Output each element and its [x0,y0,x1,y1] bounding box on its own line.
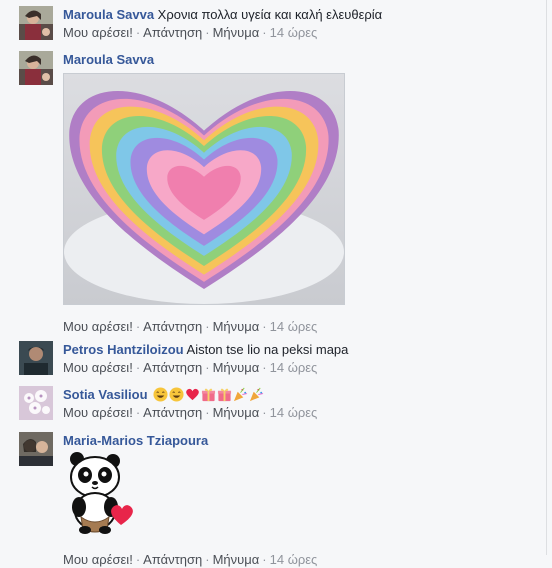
avatar[interactable] [19,432,53,466]
message-link[interactable]: Μήνυμα [213,360,260,375]
like-link[interactable]: Μου αρέσει! [63,319,133,334]
avatar[interactable] [19,341,53,375]
timestamp[interactable]: 14 ώρες [270,319,318,334]
author-name[interactable]: Petros Hantziloizou [63,342,184,357]
timestamp[interactable]: 14 ώρες [270,360,318,375]
avatar[interactable] [19,6,53,40]
timestamp[interactable]: 14 ώρες [270,25,318,40]
message-link[interactable]: Μήνυμα [213,405,260,420]
reply-link[interactable]: Απάντηση [143,319,202,334]
gift-icon [218,388,232,402]
party-popper-icon [250,387,264,402]
author-name[interactable]: Maria-Marios Tziapoura [63,433,208,448]
message-link[interactable]: Μήνυμα [213,552,260,567]
comment-actions: Μου αρέσει! · Απάντηση · Μήνυμα · 14 ώρες [63,25,318,40]
grinning-face-icon [169,387,184,402]
reply-link[interactable]: Απάντηση [143,552,202,567]
like-link[interactable]: Μου αρέσει! [63,405,133,420]
reply-link[interactable]: Απάντηση [143,25,202,40]
avatar[interactable] [19,51,53,85]
comment-text: Χρονια πολλα υγεία και καλή ελευθερία [157,7,383,22]
cake-photo[interactable] [63,73,345,305]
red-heart-icon [186,388,199,401]
message-link[interactable]: Μήνυμα [213,319,260,334]
comment-actions: Μου αρέσει! · Απάντηση · Μήνυμα · 14 ώρες [63,319,318,334]
panda-sticker[interactable] [63,451,143,535]
comment-text: Aiston tse lio na peksi mapa [186,342,349,357]
like-link[interactable]: Μου αρέσει! [63,360,133,375]
author-name[interactable]: Maroula Savva [63,52,154,67]
message-link[interactable]: Μήνυμα [213,25,260,40]
reply-link[interactable]: Απάντηση [143,360,202,375]
gift-icon [202,388,216,402]
author-name[interactable]: Maroula Savva [63,7,154,22]
party-popper-icon [234,387,248,402]
comment-actions: Μου αρέσει! · Απάντηση · Μήνυμα · 14 ώρες [63,360,318,375]
comment-actions: Μου αρέσει! · Απάντηση · Μήνυμα · 14 ώρες [63,405,318,420]
grinning-face-icon [153,387,168,402]
avatar[interactable] [19,386,53,420]
timestamp[interactable]: 14 ώρες [270,552,318,567]
comment-actions: Μου αρέσει! · Απάντηση · Μήνυμα · 14 ώρες [63,552,318,567]
timestamp[interactable]: 14 ώρες [270,405,318,420]
emoji-row [153,387,265,402]
reply-link[interactable]: Απάντηση [143,405,202,420]
author-name[interactable]: Sotia Vasiliou [63,387,148,402]
like-link[interactable]: Μου αρέσει! [63,25,133,40]
like-link[interactable]: Μου αρέσει! [63,552,133,567]
right-divider [546,0,547,555]
